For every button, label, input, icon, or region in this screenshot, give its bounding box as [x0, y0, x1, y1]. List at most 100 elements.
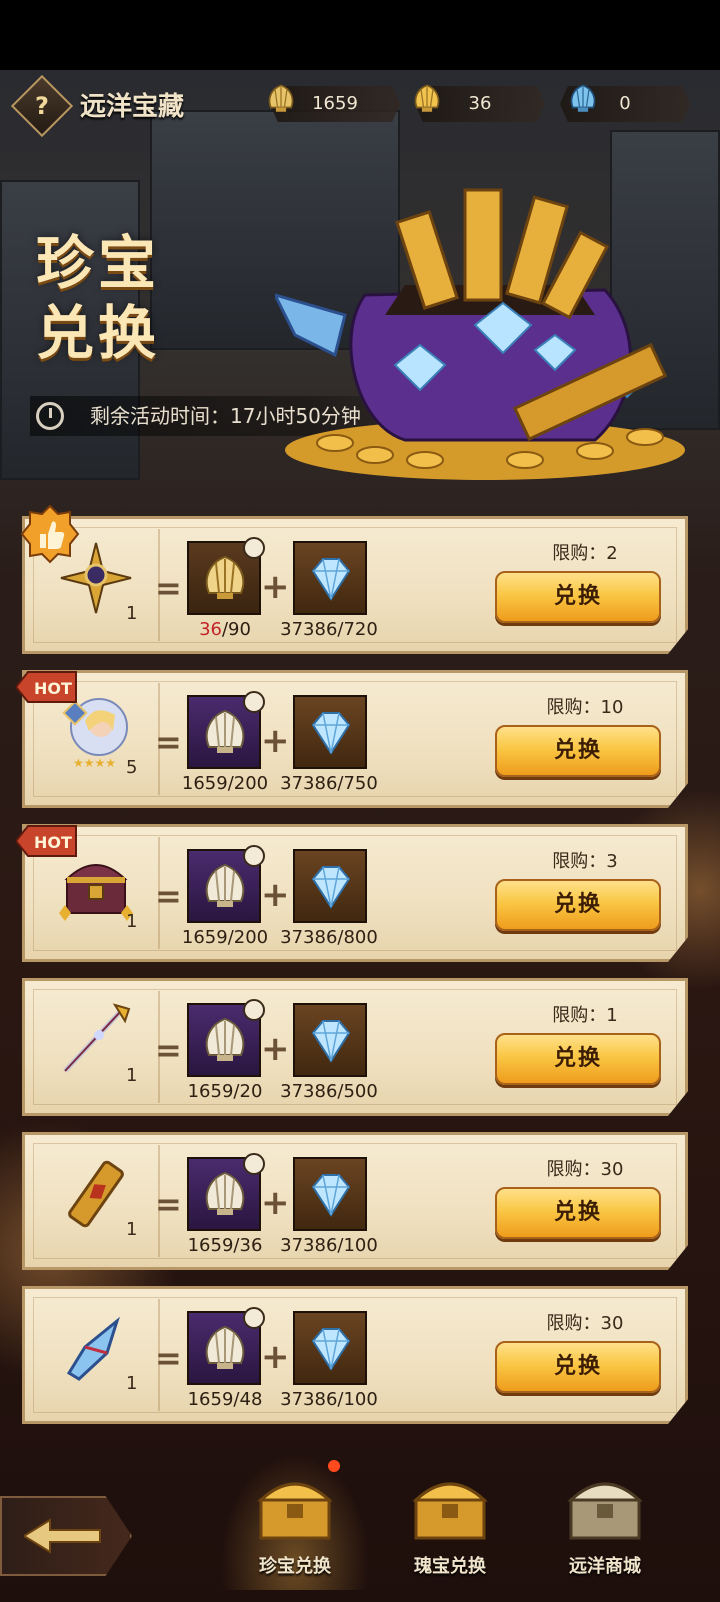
notification-dot: [328, 1460, 340, 1472]
nav-tab-rare-exchange[interactable]: 瑰宝兑换: [375, 1454, 525, 1590]
equals-sign: =: [155, 1339, 182, 1377]
reward-item[interactable]: [55, 1307, 137, 1389]
cost-diamond-text: 37386/500: [280, 1081, 378, 1102]
exchange-button[interactable]: 兑换: [495, 571, 661, 623]
cost-diamond-text: 37386/100: [280, 1235, 378, 1256]
cost-shell-text: 1659/48: [165, 1389, 285, 1410]
cost-need: /20: [233, 1081, 263, 1102]
cost-slot-shell[interactable]: [187, 691, 265, 769]
cost-slot-shell[interactable]: [187, 1153, 265, 1231]
exchange-button[interactable]: 兑换: [495, 1187, 661, 1239]
clock-icon: [36, 402, 64, 430]
shell-icon: [205, 709, 245, 753]
shell-icon: [205, 1017, 245, 1061]
diamond-icon: [311, 866, 351, 909]
nav-tab-ocean-shop[interactable]: 远洋商城: [530, 1454, 680, 1590]
equals-sign: =: [155, 723, 182, 761]
cost-slot-diamond[interactable]: [293, 1311, 367, 1385]
nav-label: 瑰宝兑换: [414, 1556, 486, 1577]
cost-have: 1659: [181, 927, 228, 948]
cost-slot-shell[interactable]: [187, 537, 265, 615]
exchange-button[interactable]: 兑换: [495, 1033, 661, 1085]
gold-chest-icon: [412, 1482, 488, 1540]
cost-slot-diamond[interactable]: [293, 695, 367, 769]
equals-sign: =: [155, 877, 182, 915]
cost-diamond-text: 37386/750: [280, 773, 378, 794]
exchange-button[interactable]: 兑换: [495, 1341, 661, 1393]
banner-title-line1: 珍宝: [36, 229, 161, 297]
cost-slot-shell[interactable]: [187, 845, 265, 923]
cost-need: /48: [233, 1389, 263, 1410]
purchase-limit: 限购：2: [552, 543, 618, 564]
plus-sign: +: [261, 1337, 290, 1377]
cost-diamond-text: 37386/800: [280, 927, 378, 948]
equals-sign: =: [155, 569, 182, 607]
cost-have: 1659: [187, 1235, 234, 1256]
cost-slot-diamond[interactable]: [293, 1003, 367, 1077]
nav-tab-treasure-exchange[interactable]: 珍宝兑换: [220, 1454, 370, 1590]
cost-need: /90: [221, 619, 251, 640]
cost-shell-text: 1659/200: [165, 773, 285, 794]
purchase-limit: 限购：30: [546, 1313, 624, 1334]
reward-quantity: 1: [126, 1065, 138, 1086]
purchase-limit: 限购：30: [546, 1159, 624, 1180]
scroll-icon: [68, 1160, 124, 1228]
equals-sign: =: [155, 1185, 182, 1223]
nav-label: 远洋商城: [569, 1556, 641, 1577]
gold-shell-icon: [414, 84, 440, 112]
clock-icon: [243, 691, 265, 713]
diamond-icon: [311, 712, 351, 755]
cost-need: /200: [227, 773, 269, 794]
back-button[interactable]: [0, 1496, 132, 1576]
diamond-icon: [311, 1174, 351, 1217]
shell-icon: [205, 1325, 245, 1369]
question-icon: ?: [35, 92, 49, 120]
resource-value: 1659: [312, 93, 358, 114]
cost-slot-diamond[interactable]: [293, 1157, 367, 1231]
gold-shell-icon: [205, 555, 245, 599]
exchange-row-2: ★★★★ 5 = + 1659/200 37386/750 限购：10 兑换: [22, 670, 688, 808]
gold-shell-icon: [268, 84, 294, 112]
reward-item[interactable]: [55, 1153, 137, 1235]
clock-icon: [243, 1153, 265, 1175]
svg-text:★★★★: ★★★★: [73, 756, 116, 770]
cost-slot-shell[interactable]: [187, 999, 265, 1077]
reward-quantity: 1: [126, 911, 138, 932]
hot-badge: HOT: [16, 671, 77, 703]
plus-sign: +: [261, 1183, 290, 1223]
crystal-shard-icon: [66, 1316, 120, 1381]
cost-have: 1659: [181, 773, 228, 794]
help-button[interactable]: ?: [10, 74, 74, 138]
diamond-icon: [311, 1328, 351, 1371]
resource-value: 0: [619, 93, 631, 114]
cost-diamond-text: 37386/720: [280, 619, 378, 640]
purchase-limit: 限购：1: [552, 1005, 618, 1026]
recommend-badge: [20, 504, 80, 564]
staff-weapon-icon: [63, 1003, 131, 1073]
diamond-icon: [311, 1020, 351, 1063]
banner-title: 珍宝 兑换: [36, 228, 160, 368]
cost-have: 1659: [187, 1389, 234, 1410]
clock-icon: [243, 999, 265, 1021]
cost-slot-diamond[interactable]: [293, 541, 367, 615]
bottom-nav: 珍宝兑换 瑰宝兑换 远洋商城: [0, 1440, 720, 1602]
reward-quantity: 1: [126, 1219, 138, 1240]
diamond-icon: [311, 558, 351, 601]
back-arrow-icon: [24, 1518, 101, 1554]
cost-slot-diamond[interactable]: [293, 849, 367, 923]
shell-icon: [205, 863, 245, 907]
plus-sign: +: [261, 567, 290, 607]
cost-have: 1659: [187, 1081, 234, 1102]
exchange-row-5: 1 = + 1659/36 37386/100 限购：30 兑换: [22, 1132, 688, 1270]
purchase-limit: 限购：3: [552, 851, 618, 872]
exchange-button[interactable]: 兑换: [495, 725, 661, 777]
nav-label: 珍宝兑换: [259, 1556, 331, 1577]
plus-sign: +: [261, 1029, 290, 1069]
exchange-row-3: 1 = + 1659/200 37386/800 限购：3 兑换: [22, 824, 688, 962]
shell-icon: [205, 1171, 245, 1215]
reward-quantity: 1: [126, 603, 138, 624]
clock-icon: [243, 537, 265, 559]
exchange-button[interactable]: 兑换: [495, 879, 661, 931]
cost-slot-shell[interactable]: [187, 1307, 265, 1385]
reward-item[interactable]: [55, 999, 137, 1081]
